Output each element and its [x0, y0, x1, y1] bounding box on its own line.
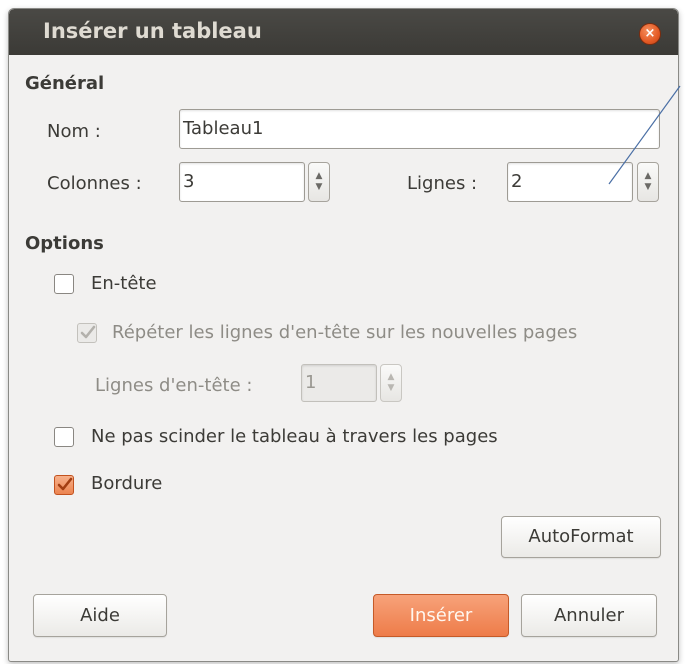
annotation-line — [608, 85, 681, 185]
